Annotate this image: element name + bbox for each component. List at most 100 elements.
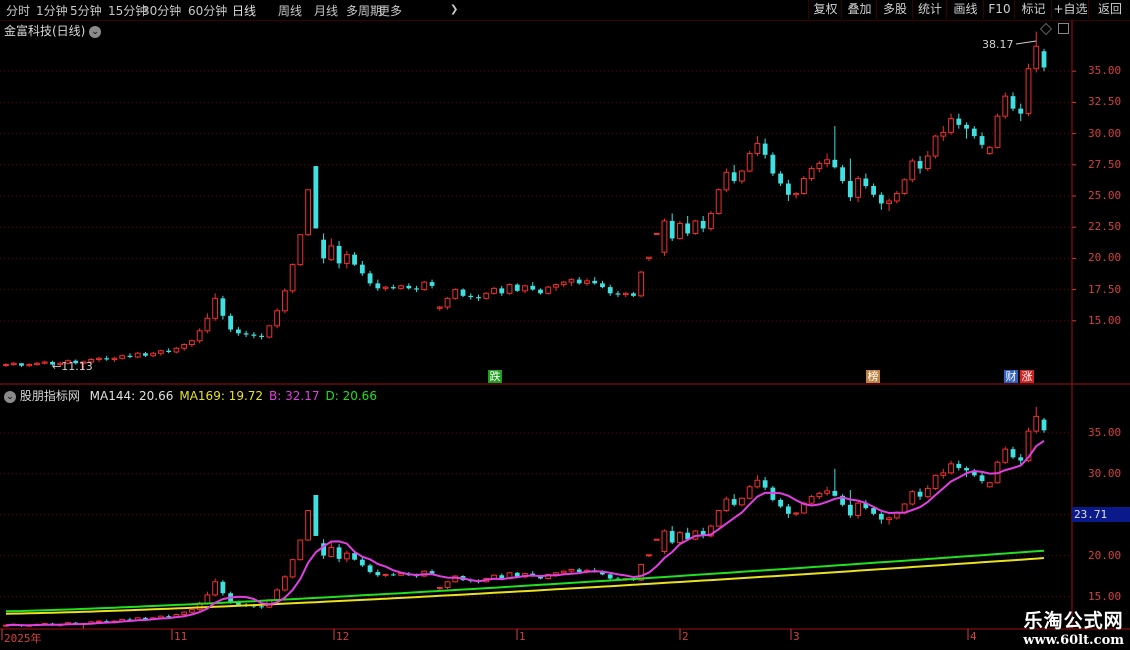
candle-body-up	[212, 297, 219, 319]
candle-body-down	[979, 475, 985, 482]
candle-body-down	[917, 491, 923, 497]
candle-body-up	[793, 193, 800, 196]
event-marker[interactable]: 财	[1004, 370, 1018, 383]
indicator-y-tick: 35.00	[1088, 425, 1122, 439]
candle-body-up	[1002, 95, 1009, 117]
candle-body-down	[576, 569, 582, 572]
candle-body-up	[560, 570, 567, 574]
candle-body-up	[289, 559, 296, 578]
indicator-value: D: 20.66	[325, 389, 377, 403]
candle-body-up	[568, 279, 575, 283]
candle-body-up	[274, 310, 281, 327]
candle-body-up	[181, 344, 188, 349]
candle-body-up	[444, 297, 451, 308]
candle-body-down	[538, 289, 543, 294]
main-y-tick: 15.00	[1088, 313, 1122, 327]
candle-body-up	[41, 361, 48, 364]
candle-body-up	[289, 264, 296, 292]
chevron-down-icon[interactable]: ⌄	[4, 390, 16, 403]
candle-body-down	[220, 298, 226, 316]
candle-body-up	[800, 178, 807, 195]
candle-body-up	[886, 200, 892, 204]
candle-body-up	[653, 232, 660, 235]
candle-body-down	[592, 280, 598, 284]
candle-body-down	[871, 186, 876, 195]
candle-body-down	[235, 329, 241, 334]
candle-body-down	[607, 287, 613, 294]
candle-body-up	[436, 306, 443, 309]
candle-body-up	[653, 538, 660, 541]
candle-body-up	[134, 352, 141, 358]
event-marker[interactable]: 跌	[488, 370, 502, 383]
candle-body-down	[785, 183, 791, 195]
candle-body-down	[1018, 457, 1024, 461]
candle-body-up	[754, 143, 761, 155]
candle-body-up	[661, 530, 668, 552]
x-axis-label: 1	[519, 630, 526, 643]
low-price-label: ←11.13	[52, 360, 93, 373]
candle-body-down	[731, 172, 737, 182]
candle-body-down	[878, 194, 884, 204]
event-marker[interactable]: 榜	[866, 370, 880, 383]
candle-body-down	[259, 335, 265, 338]
candle-body-up	[553, 572, 559, 575]
candle-body-up	[1002, 448, 1009, 463]
candle-body-up	[297, 234, 304, 266]
candle-body-down	[19, 363, 24, 366]
candle-body-up	[924, 487, 931, 498]
candle-body-down	[352, 553, 357, 560]
candle-body-up	[824, 490, 831, 494]
stock-title-text: 金富科技(日线)	[4, 24, 86, 38]
candle-body-up	[26, 363, 33, 367]
candle-body-down	[979, 136, 985, 145]
indicator-title[interactable]: ⌄ 股朋指标网 MA144: 20.66 MA169: 19.72 B: 32.17…	[4, 387, 377, 404]
candle-body-up	[808, 496, 815, 504]
candle-body-up	[34, 362, 40, 365]
candle-body-down	[336, 547, 342, 559]
candle-body-down	[243, 333, 249, 335]
candle-body-down	[971, 128, 977, 137]
candle-body-down	[770, 154, 776, 174]
candle-body-down	[600, 283, 605, 288]
candle-body-up	[677, 532, 683, 543]
candle-body-up	[281, 576, 288, 591]
candle-body-down	[1041, 51, 1047, 68]
kline-chart[interactable]	[0, 0, 1130, 650]
candle-body-down	[390, 574, 396, 576]
high-price-label: 38.17	[982, 38, 1014, 51]
candle-body-up	[855, 178, 861, 198]
candle-body-up	[491, 287, 497, 294]
candle-body-down	[220, 581, 226, 594]
candle-body-down	[615, 293, 621, 295]
candle-body-up	[723, 171, 730, 191]
chevron-down-icon[interactable]: ⌄	[89, 25, 102, 38]
candle-body-up	[196, 330, 203, 342]
candle-body-up	[994, 115, 1001, 148]
candle-body-down	[832, 159, 838, 168]
candle-body-up	[855, 502, 861, 516]
main-y-tick: 20.00	[1088, 251, 1122, 265]
event-marker[interactable]: 涨	[1020, 370, 1034, 383]
stock-title[interactable]: 金富科技(日线) ⌄	[4, 22, 102, 39]
candle-body-down	[514, 284, 520, 291]
candle-body-up	[545, 286, 552, 294]
candle-body-up	[793, 512, 800, 515]
high-arrow	[1015, 40, 1037, 45]
candle-body-up	[932, 135, 939, 157]
watermark: 乐淘公式网 www.60lt.com	[1023, 606, 1124, 648]
candle-body-up	[181, 611, 188, 616]
candle-body-down	[259, 606, 265, 608]
candle-body-up	[746, 153, 753, 172]
candle-body-up	[986, 146, 993, 155]
panel-toggle-icon[interactable]	[1058, 23, 1069, 34]
main-y-tick: 25.00	[1088, 189, 1122, 202]
candle-body-up	[893, 512, 900, 519]
candle-body-up	[436, 587, 443, 590]
candle-body-up	[328, 245, 335, 261]
candle-body-up	[506, 284, 513, 294]
candle-body-down	[375, 283, 381, 289]
candle-body-up	[715, 189, 722, 214]
b-line	[5, 439, 1045, 627]
x-axis-label: 12	[336, 630, 350, 643]
candle-body-up	[746, 486, 753, 499]
